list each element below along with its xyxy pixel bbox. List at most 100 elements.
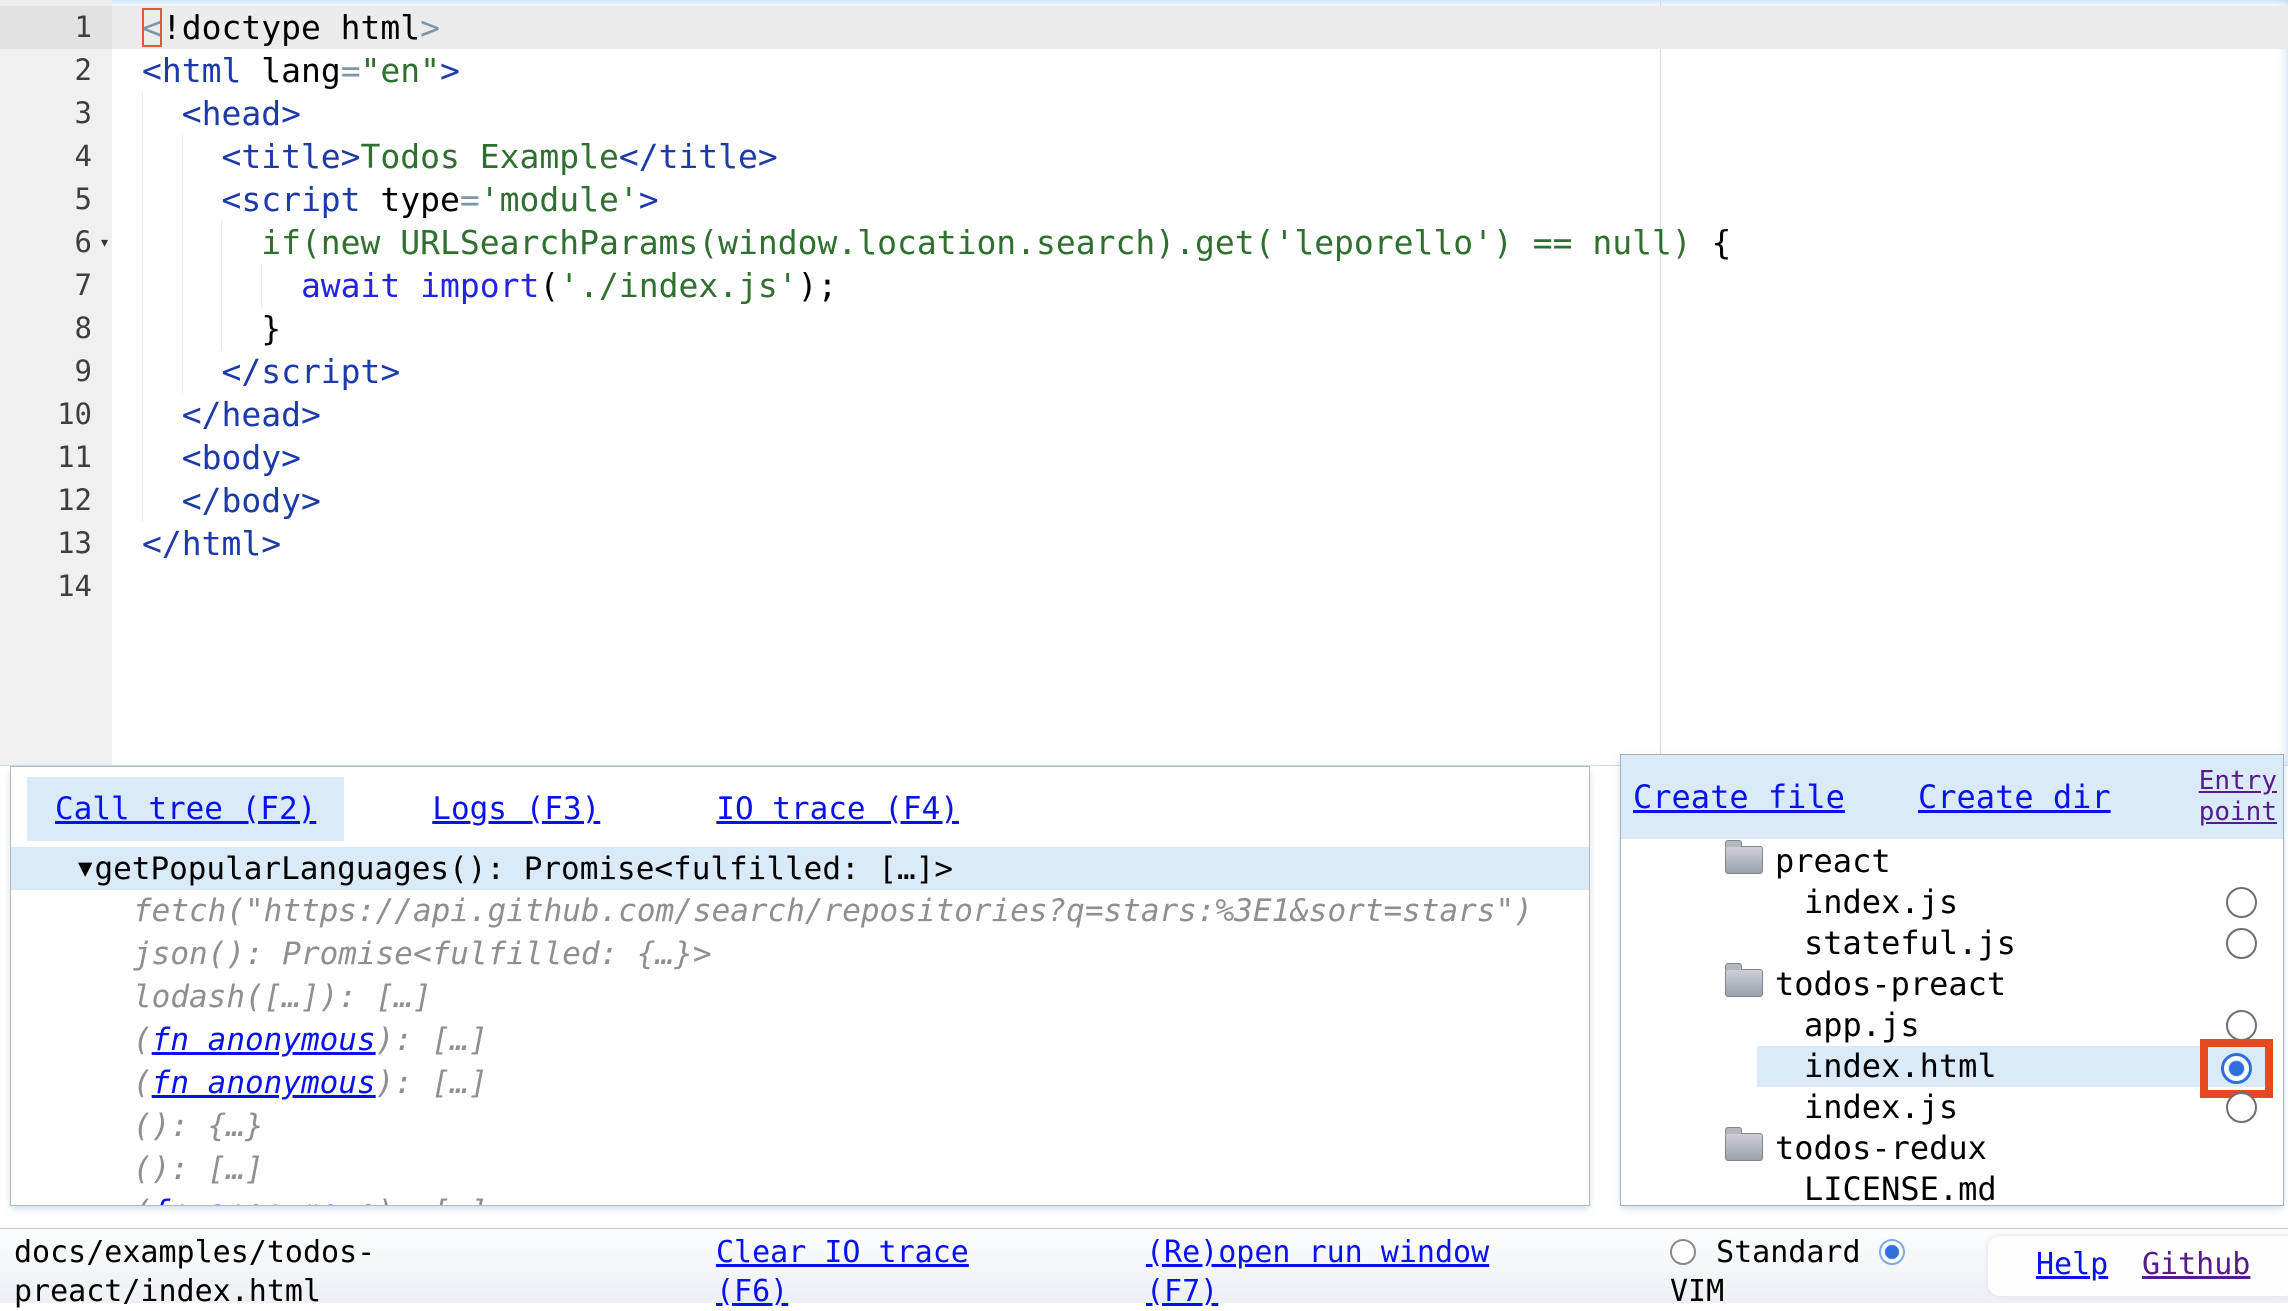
code-line-12[interactable]: 12</body> [0, 479, 2288, 522]
entry-point-radio[interactable] [2221, 1053, 2252, 1084]
indent-guide [182, 135, 222, 178]
reopen-run-window-button[interactable]: (Re)open run window (F7) [1146, 1233, 1502, 1311]
clear-io-trace-button[interactable]: Clear IO trace (F6) [716, 1233, 982, 1311]
code-line-11[interactable]: 11<body> [0, 436, 2288, 479]
code-line-10[interactable]: 10</head> [0, 393, 2288, 436]
code-line-2[interactable]: 2<html lang="en"> [0, 49, 2288, 92]
entry-point-radio[interactable] [2226, 887, 2257, 918]
folder-icon [1725, 969, 1763, 997]
file-row-app-js[interactable]: app.js [1621, 1005, 2283, 1046]
anonymous-fn-link[interactable]: fn anonymous [152, 1065, 376, 1101]
code-line-4[interactable]: 4<title>Todos Example</title> [0, 135, 2288, 178]
call-tree-row[interactable]: (): {…} [11, 1105, 1589, 1148]
indent-guide [221, 264, 261, 307]
tab-logs-f3[interactable]: Logs (F3) [404, 777, 628, 841]
code-line-7[interactable]: 7await import('./index.js'); [0, 264, 2288, 307]
call-tree-row[interactable]: fetch("https://api.github.com/search/rep… [11, 890, 1589, 933]
indent-guide [142, 221, 182, 264]
dir-row-preact[interactable]: preact [1621, 841, 2283, 882]
line-number: 5 [0, 178, 112, 221]
code-token: </head> [182, 395, 321, 434]
code-lines: 1<!doctype html>2<html lang="en">3<head>… [0, 6, 2288, 608]
code-line-9[interactable]: 9</script> [0, 350, 2288, 393]
fold-arrow-icon[interactable]: ▾ [99, 221, 110, 264]
indent-guide [142, 479, 182, 522]
call-tree-row[interactable]: (fn anonymous): […] [11, 1062, 1589, 1105]
file-name: LICENSE.md [1804, 1170, 1997, 1206]
code-token: <html [142, 51, 241, 90]
call-tree-panel: Call tree (F2) Logs (F3) IO trace (F4) ▼ge… [10, 766, 1590, 1206]
indent-guide [182, 221, 222, 264]
line-number: 7 [0, 264, 112, 307]
call-tree-row[interactable]: (fn anonymous): […] [11, 1191, 1589, 1206]
code-editor[interactable]: 1<!doctype html>2<html lang="en">3<head>… [0, 0, 2288, 766]
file-browser-header: Create file Create dir Entry point [1621, 755, 2283, 839]
indent-guide [142, 393, 182, 436]
code-line-14[interactable]: 14 [0, 565, 2288, 608]
code-line-13[interactable]: 13</html> [0, 522, 2288, 565]
code-token: <title> [221, 137, 360, 176]
keybinding-vim-radio[interactable] [1879, 1239, 1905, 1265]
dir-row-todos-preact[interactable]: todos-preact [1621, 964, 2283, 1005]
file-tree: preactindex.jsstateful.jstodos-preactapp… [1621, 841, 2283, 1206]
keybinding-standard-label: Standard [1716, 1235, 1861, 1270]
current-file-path: docs/examples/todos-preact/index.html [14, 1233, 380, 1311]
indent-guide [221, 307, 261, 350]
call-tree-text: json(): Promise<fulfilled: {…}> [133, 936, 712, 972]
tab-call-tree-f2[interactable]: Call tree (F2) [27, 777, 344, 841]
entry-point-radio[interactable] [2226, 1092, 2257, 1123]
code-token: { [1712, 223, 1732, 262]
code-token: if(new URLSearchParams(window.location.s… [261, 223, 1711, 262]
code-token: "en" [361, 51, 440, 90]
dir-name: todos-redux [1775, 1129, 1987, 1167]
call-tree-row[interactable]: ▼getPopularLanguages(): Promise<fulfille… [11, 847, 1589, 890]
indent-guide [221, 221, 261, 264]
line-number: 11 [0, 436, 112, 479]
file-row-license-md[interactable]: LICENSE.md [1621, 1169, 2283, 1206]
entry-point-radio[interactable] [2226, 928, 2257, 959]
code-token: Todos Example [361, 137, 619, 176]
create-file-button[interactable]: Create file [1633, 755, 1845, 839]
dir-name: todos-preact [1775, 965, 2006, 1003]
call-tree-row[interactable]: (fn anonymous): […] [11, 1019, 1589, 1062]
file-name: index.html [1804, 1047, 1997, 1085]
code-token: 'module' [480, 180, 639, 219]
code-line-6[interactable]: 6▾if(new URLSearchParams(window.location… [0, 221, 2288, 264]
line-number: 8 [0, 307, 112, 350]
call-tree-text: (): {…} [133, 1108, 264, 1144]
anonymous-fn-link[interactable]: fn anonymous [152, 1194, 376, 1206]
call-tree-row[interactable]: lodash([…]): […] [11, 976, 1589, 1019]
keybinding-standard-radio[interactable] [1670, 1239, 1696, 1265]
call-tree-text: fetch("https://api.github.com/search/rep… [133, 893, 1533, 929]
file-row-stateful-js[interactable]: stateful.js [1621, 923, 2283, 964]
dir-name: preact [1775, 842, 1891, 880]
create-dir-button[interactable]: Create dir [1918, 755, 2111, 839]
file-row-index-html[interactable]: index.html [1621, 1046, 2283, 1087]
file-name: stateful.js [1804, 924, 2016, 962]
github-link[interactable]: Github [2142, 1229, 2250, 1301]
call-tree: ▼getPopularLanguages(): Promise<fulfille… [11, 847, 1589, 1206]
tab-io-trace-f4[interactable]: IO trace (F4) [688, 777, 987, 841]
indent-guide [182, 264, 222, 307]
file-row-index-js[interactable]: index.js [1621, 1087, 2283, 1128]
code-token: './index.js' [559, 266, 797, 305]
line-number: 1 [0, 6, 112, 49]
entry-point-radio[interactable] [2226, 1010, 2257, 1041]
keybinding-toggle: Standard VIM [1670, 1233, 1926, 1311]
collapse-arrow-icon[interactable]: ▼ [78, 854, 92, 882]
anonymous-fn-link[interactable]: fn anonymous [152, 1022, 376, 1058]
help-link[interactable]: Help [2036, 1229, 2108, 1301]
file-row-index-js[interactable]: index.js [1621, 882, 2283, 923]
dir-row-todos-redux[interactable]: todos-redux [1621, 1128, 2283, 1169]
code-line-5[interactable]: 5<script type='module'> [0, 178, 2288, 221]
call-tree-text: ): […] [376, 1194, 488, 1206]
call-tree-text: ): […] [376, 1022, 488, 1058]
code-line-1[interactable]: 1<!doctype html> [0, 6, 2288, 49]
code-token: lang [241, 51, 340, 90]
code-line-8[interactable]: 8} [0, 307, 2288, 350]
call-tree-row[interactable]: (): […] [11, 1148, 1589, 1191]
code-token [400, 266, 420, 305]
call-tree-text: ( [133, 1065, 152, 1101]
code-line-3[interactable]: 3<head> [0, 92, 2288, 135]
call-tree-row[interactable]: json(): Promise<fulfilled: {…}> [11, 933, 1589, 976]
